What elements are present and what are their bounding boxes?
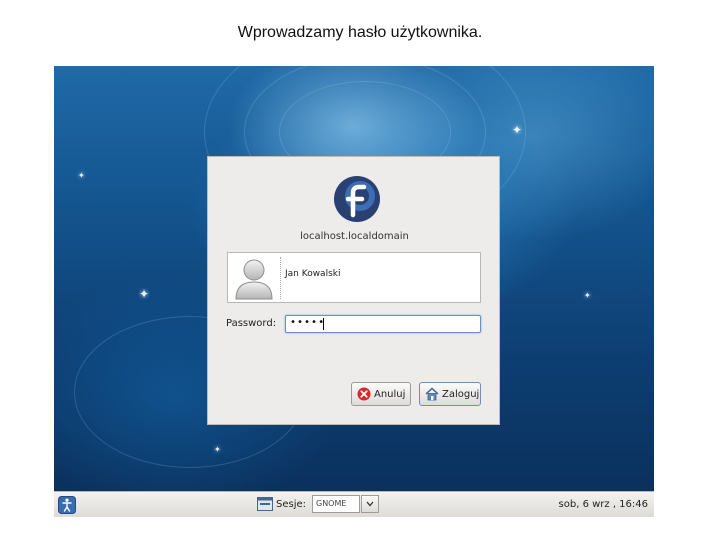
login-screen: ✦ ✦ ✦ ✦ ✦ localhost.localdomain Jan Kowa… bbox=[54, 66, 654, 517]
user-list[interactable]: Jan Kowalski bbox=[227, 252, 481, 303]
text-caret bbox=[323, 318, 324, 330]
cancel-button-label: Anuluj bbox=[374, 389, 406, 400]
star-sparkle: ✦ bbox=[584, 291, 591, 300]
cancel-icon bbox=[357, 387, 371, 401]
login-button[interactable]: Zaloguj bbox=[419, 382, 481, 406]
password-field[interactable]: ••••• bbox=[285, 315, 481, 333]
slide-caption: Wprowadzamy hasło użytkownika. bbox=[237, 24, 483, 41]
password-label: Password: bbox=[226, 318, 277, 329]
fedora-logo-icon bbox=[334, 176, 380, 222]
user-list-item-name[interactable]: Jan Kowalski bbox=[285, 269, 340, 279]
user-list-divider bbox=[280, 257, 281, 299]
bottom-panel: Sesje: GNOME sob, 6 wrz , 16:46 bbox=[54, 491, 654, 517]
session-select[interactable]: GNOME bbox=[312, 495, 360, 513]
login-dialog: localhost.localdomain Jan Kowalski Passw… bbox=[207, 156, 500, 425]
login-button-label: Zaloguj bbox=[442, 389, 480, 400]
cancel-button[interactable]: Anuluj bbox=[351, 382, 411, 406]
star-sparkle: ✦ bbox=[139, 287, 150, 301]
user-avatar-icon bbox=[235, 259, 273, 300]
host-name: localhost.localdomain bbox=[300, 231, 409, 242]
chevron-down-icon bbox=[366, 501, 374, 507]
password-value: ••••• bbox=[290, 317, 326, 328]
session-select-value: GNOME bbox=[316, 499, 347, 508]
star-sparkle: ✦ bbox=[512, 123, 523, 137]
star-sparkle: ✦ bbox=[214, 445, 221, 454]
clock: sob, 6 wrz , 16:46 bbox=[558, 499, 648, 510]
home-icon bbox=[425, 387, 439, 401]
accessibility-icon[interactable] bbox=[58, 496, 76, 514]
session-dropdown-button[interactable] bbox=[361, 495, 379, 513]
session-icon bbox=[257, 497, 273, 511]
star-sparkle: ✦ bbox=[78, 171, 85, 180]
session-label: Sesje: bbox=[276, 499, 307, 510]
